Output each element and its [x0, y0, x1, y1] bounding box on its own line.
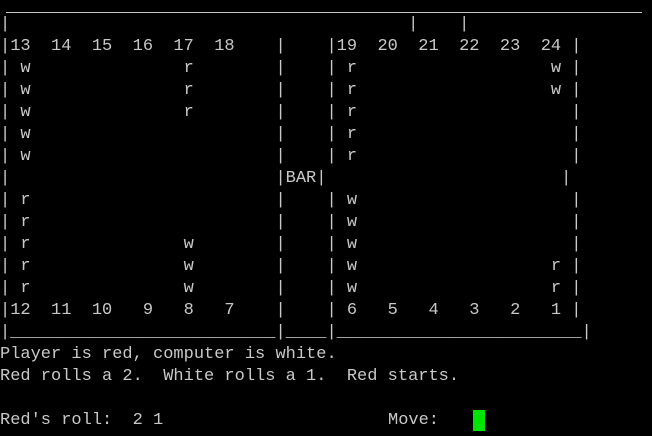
- move-prompt-label: Move:: [388, 411, 440, 430]
- board-line-header-gap: | | | |: [0, 15, 470, 34]
- board-line-bottom-3: | r w | | w |: [0, 235, 582, 254]
- board-line-bottom-2: | r w | | w r |: [0, 257, 582, 276]
- board-line-bottom-border: |__________________________|____|_______…: [0, 323, 592, 342]
- board-line-top-2: | w r | | r w |: [0, 81, 582, 100]
- board-line-top-5: | w | | r |: [0, 147, 582, 166]
- terminal-cursor[interactable]: [473, 410, 485, 431]
- roll-status: Red's roll: 2 1: [0, 411, 164, 430]
- board-line-bottom-points: |12 11 10 9 8 7 | | 6 5 4 3 2 1 |: [0, 301, 582, 320]
- board-line-top-points: |13 14 15 16 17 18 | |19 20 21 22 23 24 …: [0, 37, 582, 56]
- board-line-top-3: | w r | | r |: [0, 103, 582, 122]
- board-line-bottom-5: | r | | w |: [0, 191, 582, 210]
- board-line-top-1: | w r | | r w |: [0, 59, 582, 78]
- board-line-top-4: | w | | r |: [0, 125, 582, 144]
- message-line-1: Player is red, computer is white.: [0, 345, 337, 364]
- board-line-bottom-4: | r | | w |: [0, 213, 582, 232]
- board-top-border: [6, 12, 642, 13]
- message-line-2: Red rolls a 2. White rolls a 1. Red star…: [0, 367, 460, 386]
- board-line-bar: | |BAR| |: [0, 169, 572, 188]
- board-line-bottom-1: | r w | | w r |: [0, 279, 582, 298]
- terminal-window: | | | | |13 14 15 16 17 18 | |19 20 21 2…: [0, 0, 652, 436]
